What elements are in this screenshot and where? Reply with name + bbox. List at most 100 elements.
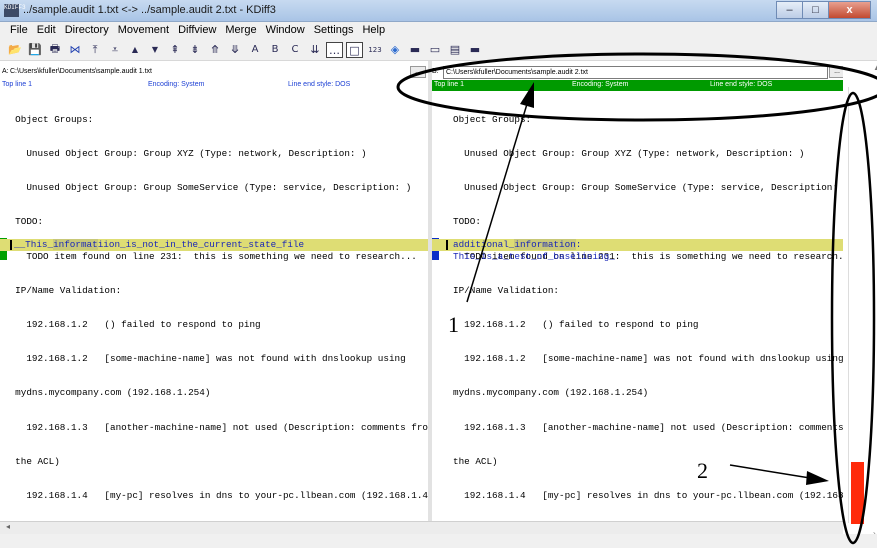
scroll-up-icon[interactable]: ▲ (873, 63, 877, 72)
pane-b-path-field[interactable]: C:\Users\kfuller\Documents\sample.audit … (443, 66, 828, 79)
pane-b-added-line: This_is_a_test_of_baselining_ (453, 251, 615, 262)
select-b-icon[interactable]: B (266, 41, 284, 58)
pane-a-diff-line[interactable]: __This_informatiion_is_not_in_the_curren… (0, 239, 428, 251)
minimize-button[interactable]: – (776, 1, 802, 19)
text-line: TODO: (453, 216, 481, 228)
text-line: 192.168.1.3 [another-machine-name] not u… (4, 421, 428, 433)
merge-icon[interactable]: ⋈ (66, 41, 84, 58)
pane-a-file-path[interactable]: C:\Users\kfuller\Documents\sample.audit … (10, 68, 152, 75)
text-line: the ACL) (453, 455, 498, 467)
overview-scrollbar[interactable]: ▲ › (843, 61, 877, 541)
kdiff3-app-icon[interactable]: KDIFF3 (4, 4, 26, 17)
go-next-conflict-icon[interactable]: ⇟ (186, 41, 204, 58)
text-line: IP/Name Validation: (453, 284, 560, 296)
split-vertical-icon[interactable]: ▭ (426, 41, 444, 58)
pane-b-text[interactable]: Object Groups: Unused Object Group: Grou… (453, 91, 843, 521)
pane-a-prefix: A: (2, 68, 9, 75)
annotation-label-1: 1 (448, 312, 459, 337)
menu-file[interactable]: File (6, 22, 33, 39)
select-c-icon[interactable]: C (286, 41, 304, 58)
text-line: Object Groups: (453, 113, 532, 125)
pane-b-info-row: Top line 1 Encoding: System Line end sty… (432, 80, 843, 91)
text-line: Object Groups: (4, 113, 94, 125)
text-line: 192.168.1.2 () failed to respond to ping (4, 319, 261, 331)
print-icon[interactable]: 🖶 (46, 41, 64, 58)
overview-track[interactable] (848, 87, 872, 523)
pane-a-browse-button[interactable]: ... (410, 66, 426, 78)
pane-b-diff-text: additional_information: (453, 239, 582, 250)
scroll-left-icon[interactable]: ◂ (6, 522, 10, 531)
pane-b-diff-line[interactable]: additional_information: (432, 239, 843, 251)
menu-movement[interactable]: Movement (114, 22, 174, 39)
text-line: IP/Name Validation: (4, 284, 122, 296)
overview-diff-marker[interactable] (851, 462, 864, 524)
pane-a-line-end: Line end style: DOS (288, 81, 351, 88)
go-prev-unsolved-icon[interactable]: ⤊ (206, 41, 224, 58)
text-line: TODO: (4, 216, 44, 228)
split-both-icon[interactable]: ▤ (446, 41, 464, 58)
go-next-unsolved-icon[interactable]: ⤋ (226, 41, 244, 58)
text-line: 192.168.1.2 [some-machine-name] was not … (453, 353, 843, 365)
text-line: Unused Object Group: Group SomeService (… (4, 182, 412, 194)
text-line: 192.168.1.4 [my-pc] resolves in dns to y… (4, 490, 428, 502)
diff-pane-a[interactable]: A: C:\Users\kfuller\Documents\sample.aud… (0, 61, 428, 521)
pane-a-info-row: Top line 1 Encoding: System Line end sty… (0, 80, 428, 91)
show-whitespace-icon[interactable]: … (326, 42, 343, 58)
go-next-icon[interactable]: ▼ (146, 41, 164, 58)
pane-b-prefix: B: (432, 68, 439, 75)
select-a-icon[interactable]: A (246, 41, 264, 58)
save-icon[interactable]: 💾 (26, 41, 44, 58)
menu-merge[interactable]: Merge (221, 22, 261, 39)
word-wrap-icon[interactable]: ▬ (466, 41, 484, 58)
go-prev-conflict-icon[interactable]: ⇞ (166, 41, 184, 58)
pane-a-text[interactable]: Object Groups: Unused Object Group: Grou… (4, 91, 428, 521)
pane-a-diff-text: __This_informatiion_is_not_in_the_curren… (14, 239, 305, 250)
menu-settings[interactable]: Settings (310, 22, 359, 39)
go-top-icon[interactable]: ⤒ (86, 41, 104, 58)
pane-b-path-row: B: C:\Users\kfuller\Documents\sample.aud… (432, 65, 843, 80)
text-line: Unused Object Group: Group XYZ (Type: ne… (453, 148, 805, 160)
go-prev-icon[interactable]: ▲ (126, 41, 144, 58)
menu-diffview[interactable]: Diffview (174, 22, 221, 39)
diff-only-icon[interactable]: ⇊ (306, 41, 324, 58)
pane-a-top-line: Top line 1 (2, 81, 32, 88)
text-line: 192.168.1.2 [some-machine-name] was not … (4, 353, 406, 365)
open-folder-icon[interactable]: 📂 (6, 41, 24, 58)
split-horizontal-icon[interactable]: ▬ (406, 41, 424, 58)
pane-a-path-row: A: C:\Users\kfuller\Documents\sample.aud… (0, 65, 428, 80)
maximize-button[interactable]: □ (802, 1, 828, 19)
menu-window[interactable]: Window (262, 22, 310, 39)
menu-directory[interactable]: Directory (61, 22, 114, 39)
menu-help[interactable]: Help (358, 22, 390, 39)
text-line: Unused Object Group: Group XYZ (Type: ne… (4, 148, 367, 160)
toggle-overview-icon[interactable]: ◈ (386, 41, 404, 58)
pane-b-line-end: Line end style: DOS (710, 81, 773, 88)
menu-bar: File Edit Directory Movement Diffview Me… (0, 22, 877, 39)
pane-a-encoding: Encoding: System (148, 81, 205, 88)
status-bar (0, 534, 877, 548)
text-line: the ACL) (4, 455, 60, 467)
line-numbers-icon[interactable]: 123 (366, 41, 384, 58)
show-whitespace-chars-icon[interactable]: □ (346, 42, 363, 58)
pane-b-file-path: C:\Users\kfuller\Documents\sample.audit … (446, 69, 588, 76)
pane-b-browse-button[interactable]: ... (829, 66, 843, 78)
text-line: 192.168.1.4 [my-pc] resolves in dns to y… (453, 490, 843, 502)
pane-b-encoding: Encoding: System (572, 81, 629, 88)
text-line: 192.168.1.3 [another-machine-name] not u… (453, 421, 843, 433)
title-bar: KDIFF3 ../sample.audit 1.txt <-> ../samp… (0, 0, 877, 22)
text-line: TODO item found on line 231: this is som… (4, 250, 417, 262)
horizontal-scrollbar[interactable]: ◂ (0, 521, 843, 534)
close-button[interactable]: x (828, 1, 871, 19)
text-line: Unused Object Group: Group SomeService (… (453, 182, 843, 194)
diff-pane-b[interactable]: B: C:\Users\kfuller\Documents\sample.aud… (432, 61, 843, 521)
go-prev-delta-icon[interactable]: ⩡ (106, 41, 124, 58)
text-line: mydns.mycompany.com (192.168.1.254) (4, 387, 211, 399)
text-line: 192.168.1.2 () failed to respond to ping (453, 319, 699, 331)
text-cursor (10, 240, 12, 250)
window-controls: – □ x (776, 1, 871, 19)
toolbar: 📂 💾 🖶 ⋈ ⤒ ⩡ ▲ ▼ ⇞ ⇟ ⤊ ⤋ A B C ⇊ … □ 123 … (0, 39, 877, 61)
menu-edit[interactable]: Edit (33, 22, 61, 39)
text-line: mydns.mycompany.com (192.168.1.254) (453, 387, 649, 399)
window-title: ../sample.audit 1.txt <-> ../sample.audi… (23, 4, 276, 16)
pane-b-top-line: Top line 1 (434, 81, 464, 88)
